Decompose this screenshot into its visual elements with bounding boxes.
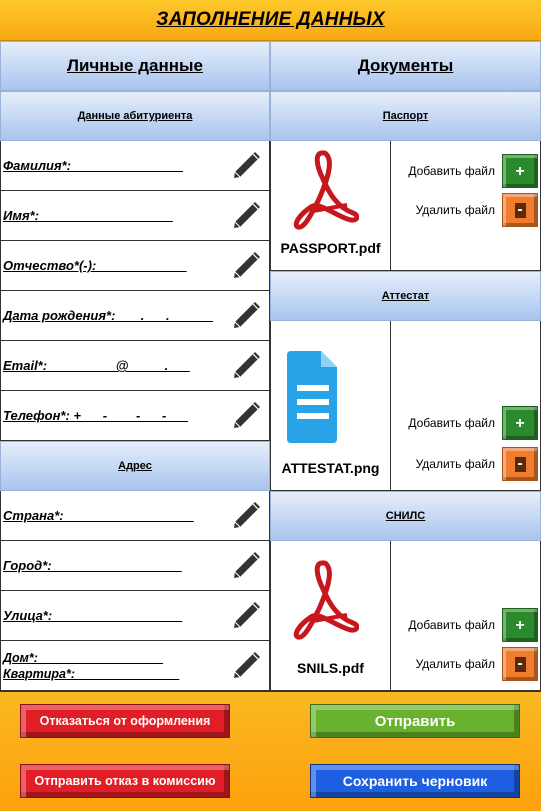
field-label: Телефон*: +___-____-___-___	[3, 408, 189, 423]
field-phone: Телефон*: +___-____-___-___	[0, 391, 270, 441]
edit-pencil-icon[interactable]	[229, 349, 263, 383]
attestat-preview[interactable]: ATTESTAT.png	[271, 321, 391, 490]
attestat-delete: Удалить файл -	[403, 447, 538, 481]
passport-heading: Паспорт	[270, 91, 541, 141]
add-file-label: Добавить файл	[408, 618, 495, 632]
add-file-label: Добавить файл	[408, 416, 495, 430]
edit-pencil-icon[interactable]	[229, 299, 263, 333]
delete-file-button[interactable]: -	[502, 447, 538, 481]
minus-icon: -	[514, 655, 526, 672]
cancel-application-button[interactable]: Отказаться от оформления	[20, 704, 230, 738]
field-label: Страна*:__________________	[3, 508, 194, 523]
plus-icon: +	[515, 162, 525, 180]
snils-file-name: SNILS.pdf	[297, 660, 364, 676]
field-label: Дата рождения*: ___.___.______	[3, 308, 213, 323]
passport-delete: Удалить файл -	[403, 193, 538, 227]
field-house-apartment: Дом*:__________________ Квартира*:______…	[0, 641, 270, 691]
add-file-button[interactable]: +	[502, 608, 538, 642]
field-name: Имя*: __________________	[0, 191, 270, 241]
snils-add: Добавить файл +	[403, 608, 538, 642]
field-patronymic: Отчество*(-): ____________	[0, 241, 270, 291]
field-label: Улица*:__________________	[3, 608, 183, 623]
field-label: Фамилия*: _______________	[3, 158, 184, 173]
attestat-row: ATTESTAT.png Добавить файл + Удалить фай…	[270, 321, 541, 491]
minus-icon: -	[514, 455, 526, 472]
field-country: Страна*:__________________	[0, 491, 270, 541]
edit-pencil-icon[interactable]	[229, 199, 263, 233]
document-icon	[287, 351, 337, 443]
edit-pencil-icon[interactable]	[229, 549, 263, 583]
field-email: Email*: _________@_____.___	[0, 341, 270, 391]
passport-actions: Добавить файл + Удалить файл -	[391, 141, 540, 270]
edit-pencil-icon[interactable]	[229, 599, 263, 633]
field-label: Имя*: __________________	[3, 208, 173, 223]
send-refusal-button[interactable]: Отправить отказ в комиссию	[20, 764, 230, 798]
plus-icon: +	[515, 616, 525, 634]
passport-preview[interactable]: PASSPORT.pdf	[271, 141, 391, 270]
add-file-label: Добавить файл	[408, 164, 495, 178]
field-street: Улица*:__________________	[0, 591, 270, 641]
passport-row: PASSPORT.pdf Добавить файл + Удалить фай…	[270, 141, 541, 271]
field-label: Дом*:__________________ Квартира*:______…	[3, 650, 180, 681]
edit-pencil-icon[interactable]	[229, 399, 263, 433]
applicant-data-heading: Данные абитуриента	[0, 91, 270, 141]
attestat-heading: Аттестат	[270, 271, 541, 321]
snils-heading: СНИЛС	[270, 491, 541, 541]
documents-column: Документы Паспорт PASSPORT.pdf Добавить …	[270, 41, 541, 691]
field-city: Город*:__________________	[0, 541, 270, 591]
snils-delete: Удалить файл -	[403, 647, 538, 681]
send-button[interactable]: Отправить	[310, 704, 520, 738]
add-file-button[interactable]: +	[502, 406, 538, 440]
field-label: Email*: _________@_____.___	[3, 358, 190, 373]
delete-file-label: Удалить файл	[415, 457, 495, 471]
edit-pencil-icon[interactable]	[229, 649, 263, 683]
page-title: ЗАПОЛНЕНИЕ ДАННЫХ	[156, 9, 385, 30]
snils-preview[interactable]: SNILS.pdf	[271, 541, 391, 690]
snils-row: SNILS.pdf Добавить файл + Удалить файл -	[270, 541, 541, 691]
passport-file-name: PASSPORT.pdf	[280, 240, 381, 256]
attestat-file-name: ATTESTAT.png	[281, 460, 380, 476]
field-label: Город*:__________________	[3, 558, 182, 573]
personal-data-heading: Личные данные	[0, 41, 270, 91]
attestat-actions: Добавить файл + Удалить файл -	[391, 321, 540, 490]
minus-icon: -	[514, 201, 526, 218]
delete-file-label: Удалить файл	[415, 657, 495, 671]
address-heading: Адрес	[0, 441, 270, 491]
add-file-button[interactable]: +	[502, 154, 538, 188]
save-draft-button[interactable]: Сохранить черновик	[310, 764, 520, 798]
plus-icon: +	[515, 414, 525, 432]
personal-data-column: Личные данные Данные абитуриента Фамилия…	[0, 41, 270, 691]
footer-bar: Отказаться от оформления Отправить Отпра…	[0, 691, 541, 811]
edit-pencil-icon[interactable]	[229, 149, 263, 183]
snils-actions: Добавить файл + Удалить файл -	[391, 541, 540, 690]
pdf-icon	[293, 150, 359, 230]
documents-heading: Документы	[270, 41, 541, 91]
field-surname: Фамилия*: _______________	[0, 141, 270, 191]
delete-file-button[interactable]: -	[502, 647, 538, 681]
attestat-add: Добавить файл +	[403, 406, 538, 440]
page-header: ЗАПОЛНЕНИЕ ДАННЫХ	[0, 0, 541, 41]
pdf-icon	[293, 560, 359, 640]
passport-add: Добавить файл +	[403, 154, 538, 188]
field-label: Отчество*(-): ____________	[3, 258, 187, 273]
delete-file-button[interactable]: -	[502, 193, 538, 227]
edit-pencil-icon[interactable]	[229, 499, 263, 533]
edit-pencil-icon[interactable]	[229, 249, 263, 283]
delete-file-label: Удалить файл	[415, 203, 495, 217]
field-birth-date: Дата рождения*: ___.___.______	[0, 291, 270, 341]
